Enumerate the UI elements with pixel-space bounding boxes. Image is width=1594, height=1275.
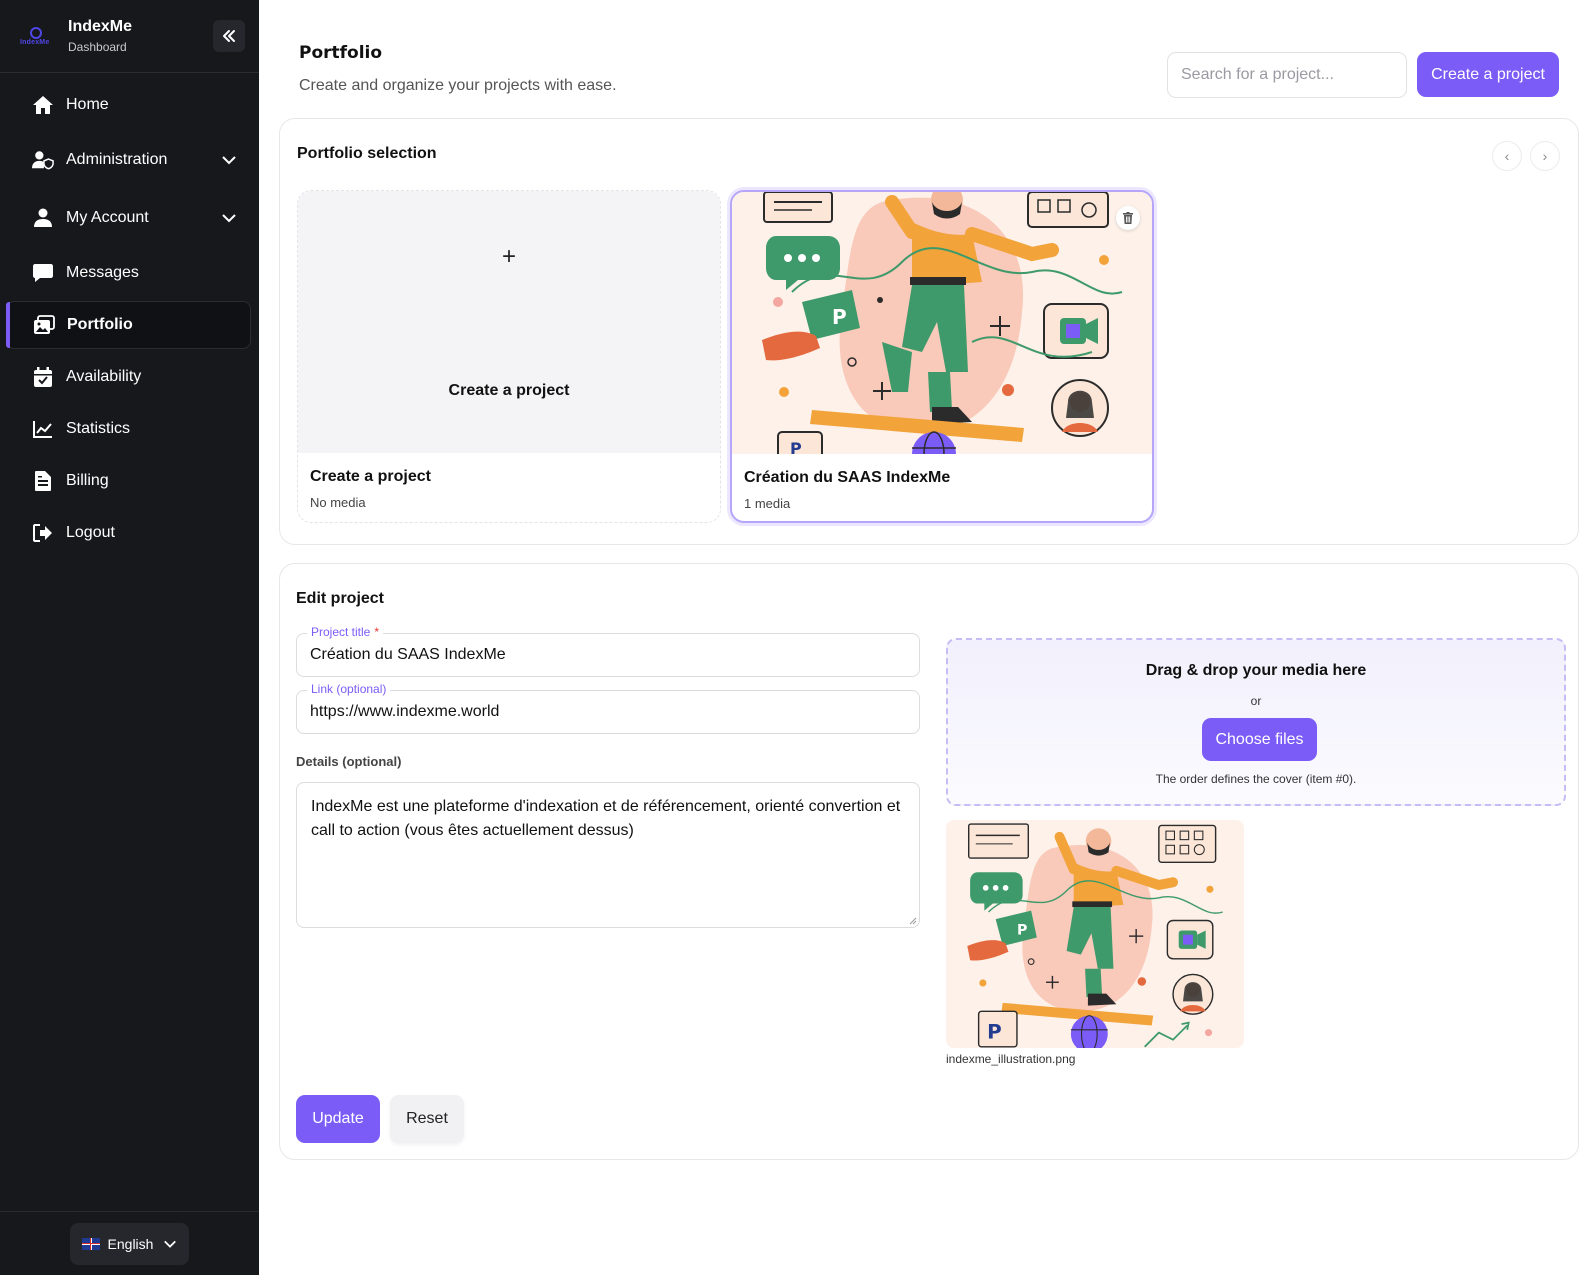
brand-subtitle: Dashboard [68,40,127,54]
sidebar-item-statistics[interactable]: Statistics [6,405,251,453]
brand-name: IndexMe [68,18,133,35]
media-dropzone[interactable]: Drag & drop your media here or Choose fi… [946,638,1566,806]
message-icon [32,262,54,284]
chevron-down-icon [222,214,236,223]
prev-arrow-button[interactable]: ‹ [1492,141,1522,171]
images-icon [33,314,55,336]
update-button[interactable]: Update [296,1095,380,1143]
language-selector[interactable]: English [69,1222,190,1265]
chevron-down-icon [222,156,236,165]
sidebar-item-label: Availability [66,368,142,385]
reset-button[interactable]: Reset [390,1095,464,1143]
trash-icon [1123,212,1133,224]
sidebar-item-logout[interactable]: Logout [6,509,251,557]
delete-project-button[interactable] [1116,206,1140,230]
chart-line-icon [32,418,54,440]
link-value: https://www.indexme.world [310,703,500,720]
main-content: Portfolio Create and organize your proje… [259,0,1594,1275]
file-invoice-icon [32,470,54,492]
media-filename: indexme_illustration.png [946,1052,1076,1066]
plus-icon: + [501,243,516,270]
page-subtitle: Create and organize your projects with e… [299,77,617,94]
sidebar-item-label: Logout [66,524,115,541]
sidebar-item-my-account[interactable]: My Account [6,191,251,245]
collapse-sidebar-button[interactable] [213,20,245,52]
sidebar-item-label: Statistics [66,420,131,437]
edit-project-card: Edit project Project title * Création du … [279,563,1579,1160]
language-label: English [107,1235,154,1252]
dropzone-note: The order defines the cover (item #0). [1155,772,1357,786]
search-input[interactable] [1167,52,1407,98]
svg-text:P: P [832,305,847,329]
sidebar-item-availability[interactable]: Availability [6,353,251,401]
sidebar-item-label: My Account [66,209,149,226]
media-thumbnail[interactable]: P P [946,820,1244,1048]
carousel-controls: ‹ › [1492,141,1560,171]
page-title: Portfolio [299,43,383,63]
create-project-tile[interactable]: + Create a project Create a project No m… [297,190,721,523]
sidebar-nav: Home Administration My Account Messages … [0,73,259,557]
create-project-area[interactable]: + Create a project [298,191,720,453]
sidebar-item-label: Home [66,96,109,113]
edit-project-title: Edit project [296,590,385,607]
tile-title: Création du SAAS IndexMe [744,469,951,486]
svg-text:P: P [790,439,802,454]
sidebar-item-billing[interactable]: Billing [6,457,251,505]
uk-flag-icon [81,1237,100,1250]
brand-header: IndexMe IndexMe Dashboard [0,0,259,73]
brand-logo[interactable]: IndexMe [16,16,56,56]
sidebar: IndexMe IndexMe Dashboard Home Administr… [0,0,259,1275]
project-tile-selected[interactable]: P P Création du SAAS IndexMe 1 media [730,190,1154,523]
sidebar-item-label: Billing [66,472,109,489]
sidebar-item-administration[interactable]: Administration [6,133,251,187]
portfolio-selection-card: Portfolio selection ‹ › + Create a proje… [279,118,1579,545]
project-title-label: Project title * [307,625,384,639]
sidebar-item-label: Messages [66,264,139,281]
project-title-value: Création du SAAS IndexMe [310,646,506,663]
user-shield-icon [32,149,54,171]
link-field[interactable]: Link (optional) https://www.indexme.worl… [296,682,920,734]
resize-handle-icon[interactable] [909,917,917,925]
details-value: IndexMe est une plateforme d'indexation … [311,798,901,839]
portfolio-selection-title: Portfolio selection [297,145,437,162]
sidebar-item-messages[interactable]: Messages [6,249,251,297]
user-icon [32,207,54,229]
link-label: Link (optional) [307,682,391,696]
project-cover-image: P P [732,192,1152,454]
sidebar-item-label: Administration [66,151,168,168]
calendar-check-icon [32,366,54,388]
create-project-center-label: Create a project [448,382,570,399]
svg-text:P: P [1017,923,1027,939]
tile-media-count: 1 media [744,496,791,511]
logout-icon [32,522,54,544]
chevron-down-icon [164,1240,177,1248]
sidebar-footer: English [0,1211,259,1275]
tile-media-count: No media [310,495,366,510]
double-chevron-left-icon [223,30,235,42]
next-arrow-button[interactable]: › [1530,141,1560,171]
svg-text:P: P [987,1020,1002,1043]
project-title-field[interactable]: Project title * Création du SAAS IndexMe [296,625,920,677]
sidebar-item-portfolio[interactable]: Portfolio [6,301,251,349]
sidebar-item-label: Portfolio [67,316,133,333]
dropzone-title: Drag & drop your media here [1145,662,1367,679]
details-textarea[interactable]: IndexMe est une plateforme d'indexation … [296,782,920,928]
sidebar-item-home[interactable]: Home [6,81,251,129]
tile-title: Create a project [310,468,431,485]
details-label: Details (optional) [296,754,402,769]
create-project-button[interactable]: Create a project [1417,52,1559,97]
choose-files-button[interactable]: Choose files [1202,718,1317,761]
home-icon [32,94,54,116]
dropzone-or: or [1250,694,1262,708]
